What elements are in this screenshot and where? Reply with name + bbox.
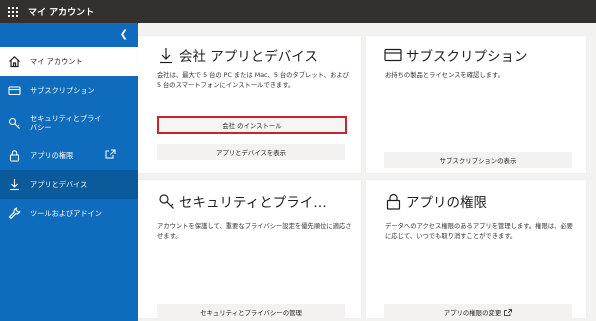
lock-icon <box>7 149 21 163</box>
sidebar-item-label: アプリとデバイス <box>30 180 88 189</box>
sidebar-item-tools-addins[interactable]: ツールおよびアドイン <box>0 199 138 228</box>
card-description: アカウントを保護して、重要なプライバシー設定を優先順位に適応させます。 <box>157 223 352 240</box>
apps-devices-card: 会社 アプリとデバイス 会社は、最大で 5 台の PC または Mac、5 台の… <box>138 36 361 173</box>
app-permissions-card: アプリの権限 データへのアクセス権限のあるアプリを管理します。権限は、必要に応じ… <box>366 180 586 320</box>
lock-icon <box>383 191 403 211</box>
card-title: アプリの権限 <box>406 195 487 211</box>
sidebar-item-label: マイ アカウント <box>30 57 83 66</box>
change-app-permissions-button[interactable]: アプリの権限の変更 <box>384 304 572 320</box>
card-icon <box>383 45 403 65</box>
external-link-icon <box>504 308 513 316</box>
card-description: データへのアクセス権限のあるアプリを管理します。権限は、必要に応じて、いつでも取… <box>385 223 573 240</box>
collapse-sidebar-icon[interactable]: ❮ <box>120 29 128 40</box>
sidebar-item-label: サブスクリプション <box>30 86 95 95</box>
top-bar: マイ アカウント <box>0 0 596 23</box>
sidebar-item-my-account[interactable]: マイ アカウント <box>0 47 138 76</box>
sidebar-item-app-permissions[interactable]: アプリの権限 <box>0 141 138 170</box>
view-apps-devices-button[interactable]: アプリとデバイスを表示 <box>157 144 345 160</box>
wrench-icon <box>7 207 21 221</box>
manage-security-privacy-button[interactable]: セキュリティとプライバシーの管理 <box>157 304 345 320</box>
download-icon <box>156 45 176 65</box>
card-icon <box>7 84 21 98</box>
main-content: 会社 アプリとデバイス 会社は、最大で 5 台の PC または Mac、5 台の… <box>138 23 596 321</box>
sidebar: ❮ マイ アカウント サブスクリプション セキュリティとプライバシー アプリの権… <box>0 23 138 321</box>
sidebar-item-security[interactable]: セキュリティとプライバシー <box>0 105 138 141</box>
sidebar-item-label: ツールおよびアドイン <box>30 209 102 218</box>
card-title: 会社 アプリとデバイス <box>179 49 318 65</box>
subscriptions-card: サブスクリプション お持ちの製品とライセンスを確認します。 サブスクリプションの… <box>366 36 586 173</box>
home-icon <box>7 55 21 69</box>
sidebar-item-subscriptions[interactable]: サブスクリプション <box>0 76 138 105</box>
sidebar-item-label: アプリの権限 <box>30 151 74 160</box>
card-description: 会社は、最大で 5 台の PC または Mac、5 台のタブレット、および 5 … <box>157 72 349 89</box>
security-privacy-card: セキュリティとプライ… アカウントを保護して、重要なプライバシー設定を優先順位に… <box>138 180 361 320</box>
key-icon <box>7 116 21 130</box>
card-title: サブスクリプション <box>406 49 528 65</box>
app-launcher-icon[interactable] <box>0 0 26 23</box>
external-link-icon <box>105 149 116 161</box>
sidebar-item-label: セキュリティとプライバシー <box>30 114 102 132</box>
app-title: マイ アカウント <box>28 8 95 18</box>
download-icon <box>7 178 21 192</box>
card-title: セキュリティとプライ… <box>179 195 327 211</box>
card-description: お持ちの製品とライセンスを確認します。 <box>385 72 504 79</box>
key-icon <box>156 191 176 211</box>
install-office-button[interactable]: 会社 のインストール <box>157 116 347 134</box>
sidebar-item-apps-devices[interactable]: アプリとデバイス <box>0 170 138 199</box>
sidebar-nav: マイ アカウント サブスクリプション セキュリティとプライバシー アプリの権限 <box>0 47 138 228</box>
button-label: アプリの権限の変更 <box>443 308 502 317</box>
view-subscriptions-button[interactable]: サブスクリプションの表示 <box>384 152 572 168</box>
